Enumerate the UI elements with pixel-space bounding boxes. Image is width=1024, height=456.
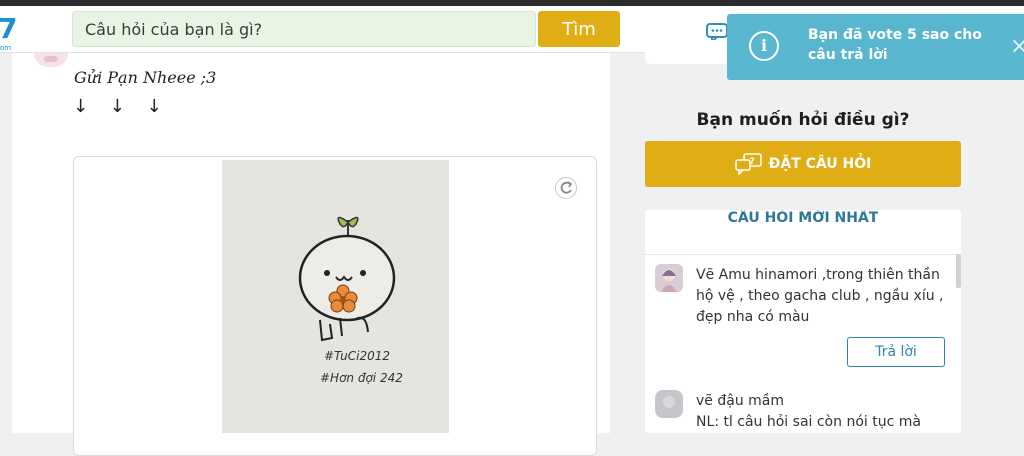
rotate-icon xyxy=(560,181,573,194)
logo-subtext: om xyxy=(0,44,12,52)
ask-question-title: Bạn muốn hỏi điều gì? xyxy=(696,110,910,130)
search-input[interactable] xyxy=(72,11,536,47)
answer-button[interactable]: Trả lời xyxy=(847,337,945,367)
scrollbar-thumb[interactable] xyxy=(956,254,961,288)
question-avatar[interactable] xyxy=(655,264,683,292)
doodle-drawing: #TuCi2012 #Hơn đợi 242 xyxy=(222,160,449,433)
logo-text: 7 xyxy=(0,12,18,45)
arrows-text: ↓ ↓ ↓ xyxy=(73,96,170,117)
image-caption-line-2: #Hơn đợi 242 xyxy=(320,371,403,385)
search-button[interactable]: Tìm xyxy=(538,11,620,47)
answer-image[interactable]: #TuCi2012 #Hơn đợi 242 xyxy=(222,160,449,433)
question-avatar[interactable] xyxy=(655,390,683,418)
anime-avatar-icon xyxy=(655,264,683,292)
question-text-2[interactable]: vẽ đậu mầm NL: tl câu hỏi sai còn nói tụ… xyxy=(696,391,950,433)
latest-questions: CÂU HỎI MỚI NHẤT Vẽ Amu hinamori ,trong … xyxy=(645,210,961,433)
image-caption-line-1: #TuCi2012 xyxy=(324,349,390,363)
site-logo[interactable]: 7 om xyxy=(0,12,18,53)
info-icon: i xyxy=(749,31,779,61)
ask-question-button[interactable]: ? ĐẶT CÂU HỎI xyxy=(645,141,961,187)
default-avatar-icon xyxy=(655,390,683,418)
latest-questions-title: CÂU HỎI MỚI NHẤT xyxy=(645,210,961,255)
rotate-button[interactable] xyxy=(555,177,577,199)
question-text[interactable]: Vẽ Amu hinamori ,trong thiên thần hộ vệ … xyxy=(696,265,950,328)
ask-question-label: ĐẶT CÂU HỎI xyxy=(768,156,872,172)
notification-toast: i Bạn đã vote 5 sao cho câu trả lời × xyxy=(727,14,1024,80)
close-icon[interactable]: × xyxy=(1010,34,1024,59)
ask-question-icon: ? xyxy=(734,153,762,175)
answer-text: Gửi Pạn Nheee ;3 xyxy=(74,68,217,87)
toast-message: Bạn đã vote 5 sao cho câu trả lời xyxy=(808,27,982,63)
